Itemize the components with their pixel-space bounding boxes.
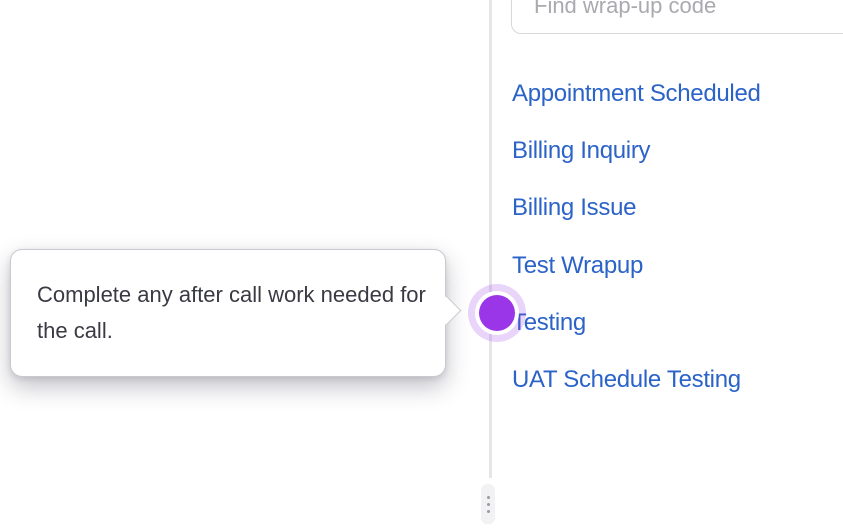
grip-dot-icon (486, 495, 490, 499)
wrapup-code-item: Appointment Scheduled (512, 65, 761, 122)
wrapup-code-link-billing-issue[interactable]: Billing Issue (512, 194, 636, 222)
hotspot-ring (475, 291, 519, 335)
wrapup-code-link-billing-inquiry[interactable]: Billing Inquiry (512, 137, 651, 165)
wrapup-code-item: Testing (512, 294, 761, 351)
wrapup-code-link-uat-schedule-testing[interactable]: UAT Schedule Testing (512, 366, 741, 394)
wrapup-code-item: Test Wrapup (512, 237, 761, 294)
wrapup-code-list: Appointment Scheduled Billing Inquiry Bi… (512, 65, 761, 409)
wrapup-code-item: Billing Inquiry (512, 122, 761, 179)
wrapup-code-item: Billing Issue (512, 180, 761, 237)
wrapup-search-input[interactable] (534, 0, 834, 19)
tooltip-text: Complete any after call work needed for … (37, 282, 426, 343)
app-screen: Appointment Scheduled Billing Inquiry Bi… (0, 0, 843, 528)
guide-hotspot-marker[interactable] (468, 284, 526, 342)
resize-handle[interactable] (481, 484, 495, 524)
grip-dot-icon (486, 509, 490, 513)
guide-tooltip: Complete any after call work needed for … (10, 249, 446, 377)
wrapup-code-link-appointment-scheduled[interactable]: Appointment Scheduled (512, 80, 761, 108)
panel-divider (489, 0, 492, 478)
hotspot-dot-icon (479, 295, 515, 331)
grip-dot-icon (486, 502, 490, 506)
wrapup-code-link-test-wrapup[interactable]: Test Wrapup (512, 252, 643, 280)
wrapup-code-item: UAT Schedule Testing (512, 351, 761, 408)
wrapup-search-field[interactable] (511, 0, 843, 34)
